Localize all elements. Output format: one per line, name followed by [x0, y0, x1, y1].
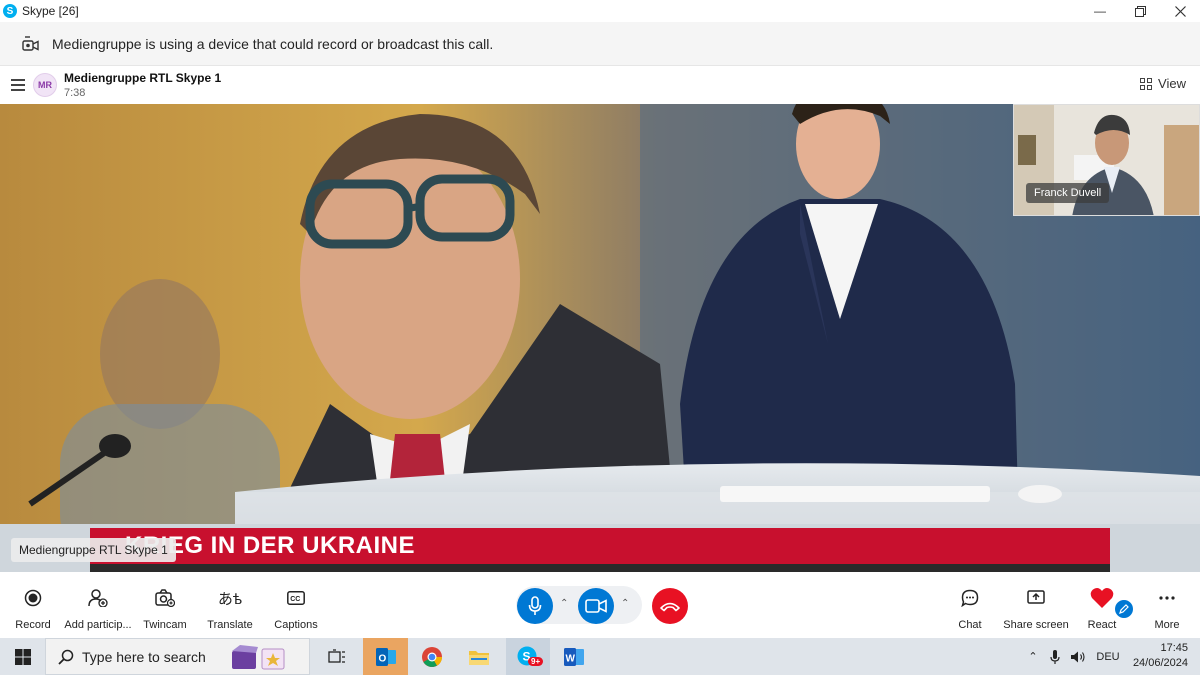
share-screen-icon — [1027, 590, 1045, 604]
taskbar-search-box[interactable]: Type here to search — [45, 638, 310, 675]
heart-icon — [1090, 588, 1114, 608]
add-participants-label: Add particip... — [64, 619, 132, 631]
window-title: Skype [26] — [22, 4, 79, 18]
more-label: More — [1154, 619, 1180, 631]
record-icon — [24, 589, 42, 607]
volume-icon[interactable] — [1068, 638, 1088, 675]
restore-icon — [1134, 5, 1146, 17]
call-duration: 7:38 — [64, 87, 86, 99]
chat-icon — [961, 589, 979, 607]
captions-button[interactable]: CC Captions — [274, 572, 318, 638]
call-header: MR Mediengruppe RTL Skype 1 7:38 View — [0, 66, 1200, 104]
main-video[interactable]: Franck Duvell KRIEG IN DER UKRAINE Medie… — [0, 104, 1200, 572]
camera-options-chevron-icon[interactable]: ⌃ — [621, 598, 629, 609]
view-button[interactable]: View — [1140, 76, 1186, 91]
tray-microphone-icon[interactable] — [1046, 638, 1064, 675]
chrome-icon — [422, 646, 442, 667]
translate-label: Translate — [207, 619, 253, 631]
react-edit-badge[interactable] — [1113, 598, 1135, 620]
translate-icon: あѣ — [217, 590, 243, 608]
microphone-icon — [528, 596, 542, 615]
hang-up-button[interactable] — [652, 588, 688, 624]
svg-text:CC: CC — [290, 596, 300, 603]
taskbar: Type here to search O S 9+ W ⌃ DEU 17:45… — [0, 638, 1200, 675]
chat-button[interactable]: Chat — [952, 572, 988, 638]
chat-label: Chat — [958, 619, 982, 631]
clock-date: 24/06/2024 — [1132, 657, 1188, 669]
show-hidden-icons-chevron-icon[interactable]: ⌃ — [1024, 638, 1042, 675]
language-indicator[interactable]: DEU — [1092, 638, 1124, 675]
task-view-icon — [328, 648, 345, 663]
start-button[interactable] — [0, 638, 45, 675]
twincam-button[interactable]: Twincam — [142, 572, 188, 638]
svg-text:W: W — [566, 653, 576, 664]
outlook-icon: O — [375, 647, 396, 666]
hang-up-icon — [660, 602, 680, 612]
menu-icon[interactable] — [11, 79, 25, 91]
minimize-button[interactable]: — — [1080, 0, 1120, 22]
search-icon — [58, 649, 74, 665]
search-placeholder: Type here to search — [82, 648, 206, 665]
video-camera-icon — [585, 599, 607, 613]
svg-text:O: O — [378, 653, 386, 664]
react-label: React — [1087, 619, 1117, 631]
word-taskbar-button[interactable]: W — [553, 638, 595, 675]
recording-device-icon — [22, 35, 39, 51]
task-view-button[interactable] — [320, 638, 354, 675]
file-explorer-taskbar-button[interactable] — [458, 638, 500, 675]
windows-icon — [14, 648, 31, 665]
skype-notification-badge: 9+ — [528, 657, 544, 666]
microphone-button[interactable] — [517, 588, 553, 624]
outlook-taskbar-button[interactable]: O — [363, 638, 408, 675]
call-controls: Record Add particip... Twincam あѣ Transl… — [0, 572, 1200, 638]
captions-label: Captions — [274, 619, 318, 631]
chrome-taskbar-button[interactable] — [411, 638, 453, 675]
word-icon: W — [564, 647, 584, 666]
camera-button[interactable] — [578, 588, 614, 624]
system-clock[interactable]: 17:45 24/06/2024 — [1133, 641, 1188, 671]
more-icon — [1159, 596, 1175, 600]
folder-icon — [469, 650, 489, 665]
close-button[interactable] — [1160, 0, 1200, 22]
add-person-icon — [88, 589, 108, 607]
clock-time: 17:45 — [1160, 642, 1188, 654]
record-button[interactable]: Record — [14, 572, 52, 638]
skype-taskbar-button[interactable]: S 9+ — [506, 638, 550, 675]
language-label: DEU — [1096, 650, 1120, 663]
close-icon — [1174, 5, 1186, 17]
pencil-icon — [1119, 604, 1129, 614]
microphone-options-chevron-icon[interactable]: ⌃ — [560, 598, 568, 609]
grid-view-icon — [1140, 77, 1153, 90]
maximize-button[interactable] — [1120, 0, 1160, 22]
translate-button[interactable]: あѣ Translate — [206, 572, 254, 638]
captions-icon: CC — [287, 591, 305, 605]
search-highlight-icon — [231, 644, 285, 669]
record-label: Record — [15, 619, 51, 631]
more-button[interactable]: More — [1150, 572, 1184, 638]
view-label: View — [1158, 76, 1186, 91]
add-participants-button[interactable]: Add particip... — [62, 572, 134, 638]
self-view-video[interactable]: Franck Duvell — [1013, 104, 1200, 216]
share-screen-button[interactable]: Share screen — [1003, 572, 1069, 638]
window-controls: — — [1080, 0, 1200, 22]
news-ticker-subbar — [90, 564, 1110, 572]
caller-name-label: Mediengruppe RTL Skype 1 — [11, 538, 176, 562]
twincam-icon — [155, 589, 175, 607]
call-name[interactable]: Mediengruppe RTL Skype 1 — [64, 71, 221, 85]
share-screen-label: Share screen — [1003, 619, 1069, 631]
self-view-name: Franck Duvell — [1026, 183, 1110, 203]
skype-logo-icon: S — [3, 4, 17, 18]
recording-notice-text: Mediengruppe is using a device that coul… — [52, 35, 494, 52]
avatar[interactable]: MR — [33, 73, 57, 97]
twincam-label: Twincam — [143, 619, 187, 631]
recording-notice-banner: Mediengruppe is using a device that coul… — [0, 22, 1200, 66]
call-info: Mediengruppe RTL Skype 1 7:38 — [64, 71, 221, 99]
title-bar: S Skype [26] — — [0, 0, 1200, 22]
